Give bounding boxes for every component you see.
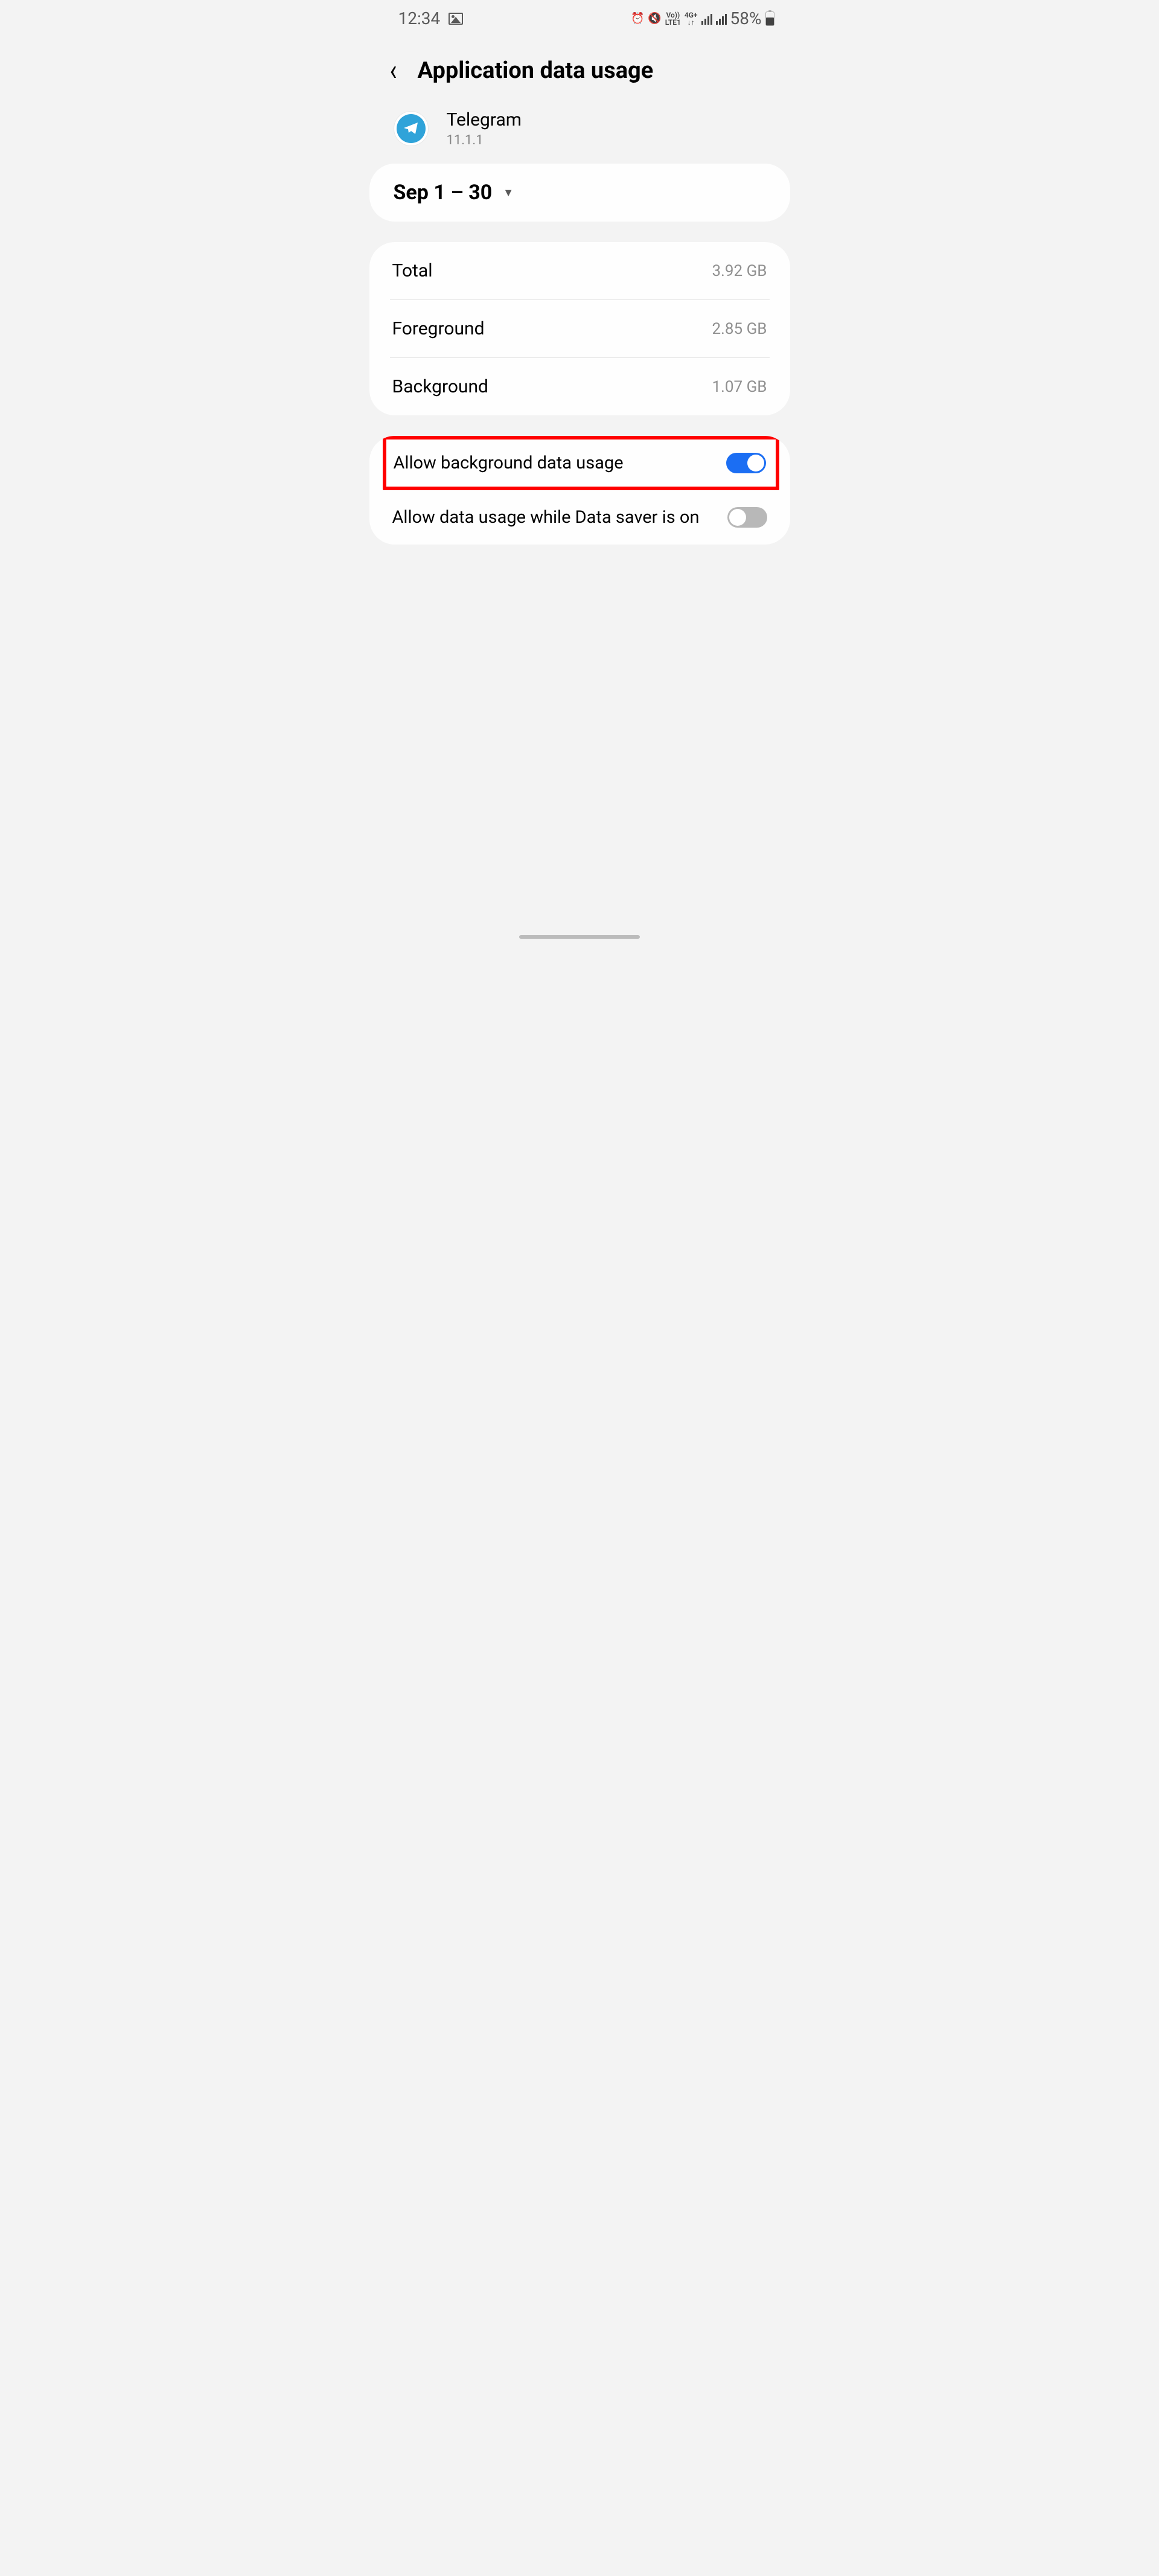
total-label: Total <box>392 260 433 281</box>
back-button[interactable]: ‹ <box>390 56 397 85</box>
home-indicator[interactable] <box>519 935 640 939</box>
clock: 12:34 <box>398 8 441 28</box>
alarm-icon: ⏰ <box>631 12 644 25</box>
foreground-row: Foreground 2.85 GB <box>369 300 790 357</box>
total-row: Total 3.92 GB <box>369 242 790 299</box>
status-bar: 12:34 ⏰ 🔇 Vo)) LTE1 4G+ ↓↑ 58% <box>367 0 793 34</box>
app-icon <box>394 111 429 146</box>
allow-data-saver-toggle[interactable] <box>727 507 767 528</box>
battery-icon <box>765 11 774 26</box>
app-name: Telegram <box>447 109 522 130</box>
battery-percent: 58% <box>730 8 762 28</box>
allow-data-saver-row[interactable]: Allow data usage while Data saver is on <box>369 490 790 545</box>
foreground-label: Foreground <box>392 318 485 339</box>
network-type-2: 4G+ ↓↑ <box>685 11 698 26</box>
allow-data-saver-label: Allow data usage while Data saver is on <box>392 507 700 528</box>
date-range-text: Sep 1 – 30 <box>394 181 493 205</box>
foreground-value: 2.85 GB <box>712 320 767 338</box>
date-range-selector[interactable]: Sep 1 – 30 ▼ <box>394 181 766 205</box>
picture-icon <box>449 13 463 25</box>
app-version: 11.1.1 <box>447 133 522 148</box>
telegram-icon <box>403 121 420 136</box>
allow-bg-data-row[interactable]: Allow background data usage <box>383 436 779 490</box>
allow-bg-data-toggle[interactable] <box>726 453 766 473</box>
signal-icon-2 <box>716 13 727 25</box>
signal-icon-1 <box>701 13 712 25</box>
settings-card: Allow background data usage Allow data u… <box>369 436 790 545</box>
app-info: Telegram 11.1.1 <box>367 101 793 160</box>
chevron-down-icon: ▼ <box>503 187 514 199</box>
usage-card: Total 3.92 GB Foreground 2.85 GB Backgro… <box>369 242 790 415</box>
mute-icon: 🔇 <box>648 12 661 25</box>
page-title: Application data usage <box>418 57 654 84</box>
background-value: 1.07 GB <box>712 378 767 396</box>
background-label: Background <box>392 376 488 397</box>
network-type-1: Vo)) LTE1 <box>665 11 681 26</box>
total-value: 3.92 GB <box>712 262 767 280</box>
background-row: Background 1.07 GB <box>369 358 790 415</box>
allow-bg-data-label: Allow background data usage <box>394 453 624 473</box>
